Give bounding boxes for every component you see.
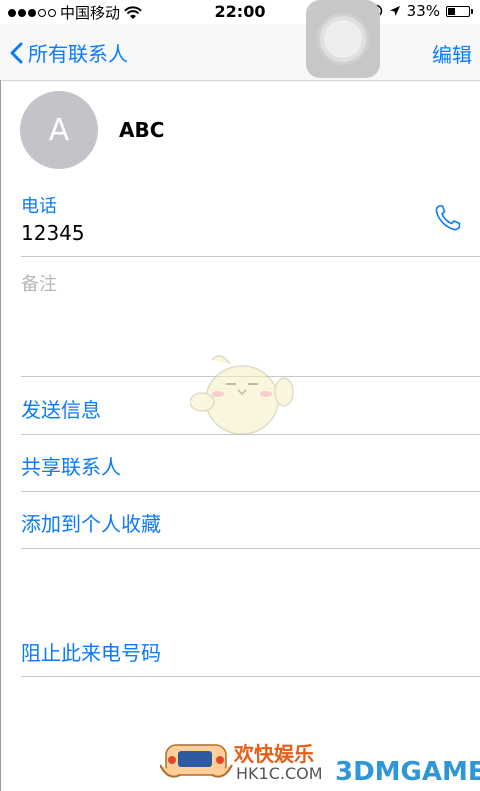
footer-brand-cn: 欢快娱乐 bbox=[234, 742, 314, 766]
navigation-bar: 所有联系人 编辑 bbox=[0, 24, 480, 81]
location-arrow-icon bbox=[389, 6, 400, 16]
divider bbox=[21, 548, 480, 549]
battery-percent: 33% bbox=[406, 2, 440, 20]
phone-number[interactable]: 12345 bbox=[21, 221, 85, 245]
footer-site-text: HK1C.COM bbox=[236, 764, 323, 783]
assistive-touch-center bbox=[324, 20, 362, 58]
phone-label: 电话 bbox=[21, 196, 57, 217]
phone-call-icon[interactable] bbox=[432, 202, 464, 234]
share-contact-button[interactable]: 共享联系人 bbox=[21, 451, 121, 480]
block-caller-button[interactable]: 阻止此来电号码 bbox=[21, 637, 161, 666]
mascot-watermark-icon bbox=[190, 355, 294, 435]
send-message-button[interactable]: 发送信息 bbox=[21, 394, 101, 423]
footer-3dm-logo: 3DMGAME bbox=[335, 757, 480, 787]
edit-button[interactable]: 编辑 bbox=[432, 39, 472, 68]
back-button[interactable]: 所有联系人 bbox=[8, 38, 128, 67]
status-right: 33% bbox=[369, 2, 473, 20]
battery-icon bbox=[446, 5, 473, 17]
add-to-favorites-button[interactable]: 添加到个人收藏 bbox=[21, 508, 161, 537]
divider bbox=[21, 256, 480, 257]
left-edge-line bbox=[0, 80, 1, 791]
back-button-label: 所有联系人 bbox=[28, 42, 128, 66]
status-bar: 中国移动 22:00 33% bbox=[0, 0, 480, 24]
contact-name: ABC bbox=[119, 118, 165, 142]
battery-fill bbox=[448, 7, 456, 15]
notes-label[interactable]: 备注 bbox=[21, 270, 57, 296]
assistive-touch-button[interactable] bbox=[306, 0, 380, 78]
divider bbox=[21, 676, 480, 677]
divider bbox=[21, 491, 480, 492]
chevron-left-icon bbox=[10, 42, 23, 63]
avatar: A bbox=[20, 91, 98, 169]
